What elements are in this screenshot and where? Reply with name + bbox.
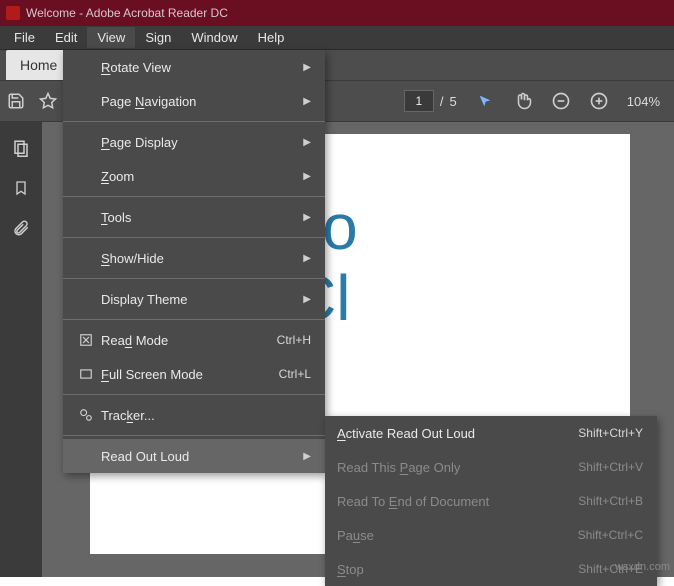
menu-separator — [63, 196, 325, 197]
zoom-in-icon[interactable] — [589, 91, 609, 111]
menu-tools[interactable]: Tools▶ — [63, 200, 325, 234]
window-title: Welcome - Adobe Acrobat Reader DC — [26, 6, 228, 20]
menu-page-navigation[interactable]: Page Navigation▶ — [63, 84, 325, 118]
menu-zoom[interactable]: Zoom▶ — [63, 159, 325, 193]
tracker-icon — [73, 408, 99, 422]
menu-page-display[interactable]: Page Display▶ — [63, 125, 325, 159]
title-bar: Welcome - Adobe Acrobat Reader DC — [0, 0, 674, 26]
side-panel — [0, 122, 42, 577]
menu-full-screen[interactable]: Full Screen ModeCtrl+L — [63, 357, 325, 391]
menu-file[interactable]: File — [4, 27, 45, 48]
submenu-page-only: Read This Page OnlyShift+Ctrl+V — [325, 450, 657, 484]
fullscreen-icon — [73, 367, 99, 381]
menu-read-mode[interactable]: Read ModeCtrl+H — [63, 323, 325, 357]
hand-tool-icon[interactable] — [513, 91, 533, 111]
read-mode-icon — [73, 333, 99, 347]
thumbnails-icon[interactable] — [11, 138, 31, 158]
menu-view[interactable]: View — [87, 27, 135, 48]
zoom-level[interactable]: 104% — [627, 94, 660, 109]
menu-separator — [63, 278, 325, 279]
app-icon — [6, 6, 20, 20]
bookmark-icon[interactable] — [11, 178, 31, 198]
page-sep: / — [440, 94, 444, 109]
menu-read-out-loud[interactable]: Read Out Loud▶ — [63, 439, 325, 473]
menu-display-theme[interactable]: Display Theme▶ — [63, 282, 325, 316]
submenu-pause: PauseShift+Ctrl+C — [325, 518, 657, 552]
menu-separator — [63, 237, 325, 238]
submenu-activate[interactable]: Activate Read Out LoudShift+Ctrl+Y — [325, 416, 657, 450]
menu-rotate-view[interactable]: Rotate View▶ — [63, 50, 325, 84]
submenu-read-to-end: Read To End of DocumentShift+Ctrl+B — [325, 484, 657, 518]
watermark: wsxdn.com — [615, 561, 670, 573]
save-icon[interactable] — [6, 91, 26, 111]
zoom-out-icon[interactable] — [551, 91, 571, 111]
menu-separator — [63, 319, 325, 320]
select-tool-icon[interactable] — [475, 91, 495, 111]
menu-help[interactable]: Help — [248, 27, 295, 48]
menu-tracker[interactable]: Tracker... — [63, 398, 325, 432]
star-icon[interactable] — [38, 91, 58, 111]
menu-sign[interactable]: Sign — [135, 27, 181, 48]
read-out-loud-submenu: Activate Read Out LoudShift+Ctrl+Y Read … — [325, 416, 657, 586]
menu-bar: File Edit View Sign Window Help — [0, 26, 674, 50]
menu-edit[interactable]: Edit — [45, 27, 87, 48]
page-total: 5 — [450, 94, 457, 109]
menu-separator — [63, 121, 325, 122]
page-current-input[interactable] — [404, 90, 434, 112]
menu-show-hide[interactable]: Show/Hide▶ — [63, 241, 325, 275]
page-indicator: / 5 — [404, 90, 457, 112]
menu-window[interactable]: Window — [181, 27, 247, 48]
tab-home[interactable]: Home — [6, 50, 71, 80]
view-menu: Rotate View▶ Page Navigation▶ Page Displ… — [63, 50, 325, 473]
attachment-icon[interactable] — [11, 218, 31, 238]
menu-separator — [63, 394, 325, 395]
menu-separator — [63, 435, 325, 436]
submenu-stop: StopShift+Ctrl+E — [325, 552, 657, 586]
